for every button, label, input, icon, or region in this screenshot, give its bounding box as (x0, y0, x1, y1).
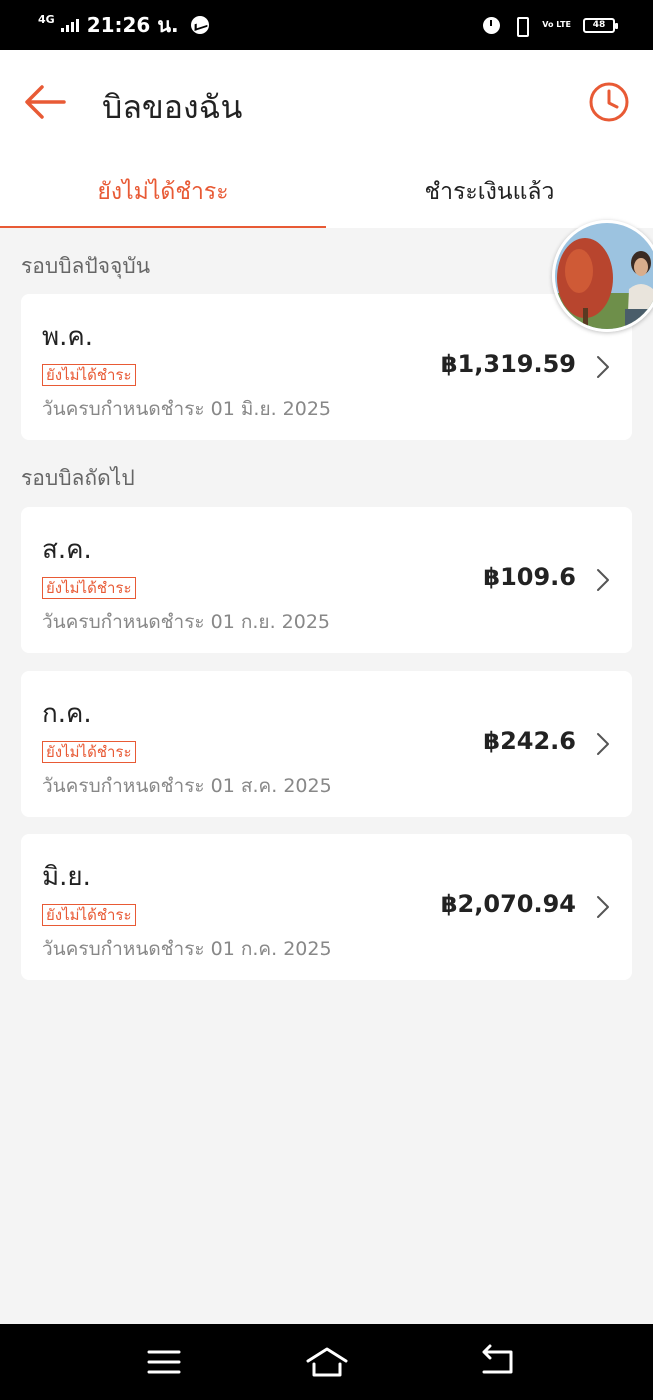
section-current-cycle: รอบบิลปัจจุบัน (21, 254, 151, 278)
bill-due-date: วันครบกำหนดชำระ 01 ก.ค. 2025 (42, 938, 332, 960)
network-type: 4G (38, 12, 55, 26)
status-badge: ยังไม่ได้ชำระ (42, 364, 136, 386)
page-title: บิลของฉัน (102, 88, 243, 126)
home-icon (306, 1347, 348, 1377)
bill-card-current[interactable]: พ.ค. ยังไม่ได้ชำระ วันครบกำหนดชำระ 01 มิ… (21, 294, 632, 440)
status-badge: ยังไม่ได้ชำระ (42, 577, 136, 599)
volte-indicator: Vo LTE (542, 20, 571, 29)
avatar-photo (555, 223, 653, 329)
clock-icon (589, 82, 629, 122)
bill-month: มิ.ย. (42, 862, 91, 892)
back-button[interactable] (22, 80, 68, 124)
bill-card-next-3[interactable]: มิ.ย. ยังไม่ได้ชำระ วันครบกำหนดชำระ 01 ก… (21, 834, 632, 980)
bill-month: ส.ค. (42, 535, 92, 565)
status-badge: ยังไม่ได้ชำระ (42, 904, 136, 926)
chevron-right-icon (597, 569, 609, 591)
bill-amount: ฿242.6 (483, 727, 576, 755)
nav-back-button[interactable] (478, 1344, 518, 1380)
chevron-right-icon (597, 896, 609, 918)
tab-paid[interactable]: ชำระเงินแล้ว (326, 155, 653, 228)
signal-icon (60, 18, 79, 32)
battery-icon: 48 (583, 17, 618, 33)
bill-month: พ.ค. (42, 322, 94, 352)
bill-tabs: ยังไม่ได้ชำระ ชำระเงินแล้ว (0, 155, 653, 228)
alarm-icon (483, 16, 501, 34)
bill-due-date: วันครบกำหนดชำระ 01 ส.ค. 2025 (42, 775, 332, 797)
recents-button[interactable] (144, 1344, 184, 1380)
bill-due-date: วันครบกำหนดชำระ 01 มิ.ย. 2025 (42, 398, 332, 420)
bill-amount: ฿1,319.59 (440, 350, 576, 378)
bill-amount: ฿2,070.94 (440, 890, 576, 918)
tab-unpaid[interactable]: ยังไม่ได้ชำระ (0, 155, 326, 228)
battery-level: 48 (592, 20, 606, 30)
arrow-left-icon (25, 85, 66, 119)
vibrate-icon (512, 16, 530, 37)
section-next-cycle: รอบบิลถัดไป (21, 466, 135, 490)
bill-month: ก.ค. (42, 699, 92, 729)
screen: 4G 21:26 น. Vo LTE 48 บิลของฉัน ยังไม่ได… (0, 0, 653, 1400)
menu-icon (147, 1350, 181, 1374)
status-time: 21:26 น. (86, 13, 179, 37)
chevron-right-icon (597, 356, 609, 378)
home-button[interactable] (305, 1344, 349, 1380)
status-bar: 4G 21:26 น. Vo LTE 48 (0, 0, 653, 50)
app-header: บิลของฉัน (0, 50, 653, 155)
bill-card-next-1[interactable]: ส.ค. ยังไม่ได้ชำระ วันครบกำหนดชำระ 01 ก.… (21, 507, 632, 653)
bill-due-date: วันครบกำหนดชำระ 01 ก.ย. 2025 (42, 611, 330, 633)
chevron-right-icon (597, 733, 609, 755)
back-icon (482, 1344, 513, 1374)
messenger-icon (190, 16, 209, 34)
status-left: 4G 21:26 น. (38, 9, 209, 41)
bill-amount: ฿109.6 (483, 563, 576, 591)
floating-avatar[interactable] (552, 220, 653, 332)
history-button[interactable] (587, 80, 631, 124)
bill-card-next-2[interactable]: ก.ค. ยังไม่ได้ชำระ วันครบกำหนดชำระ 01 ส.… (21, 671, 632, 817)
system-nav-bar (0, 1324, 653, 1400)
status-badge: ยังไม่ได้ชำระ (42, 741, 136, 763)
status-right: Vo LTE 48 (483, 16, 618, 37)
